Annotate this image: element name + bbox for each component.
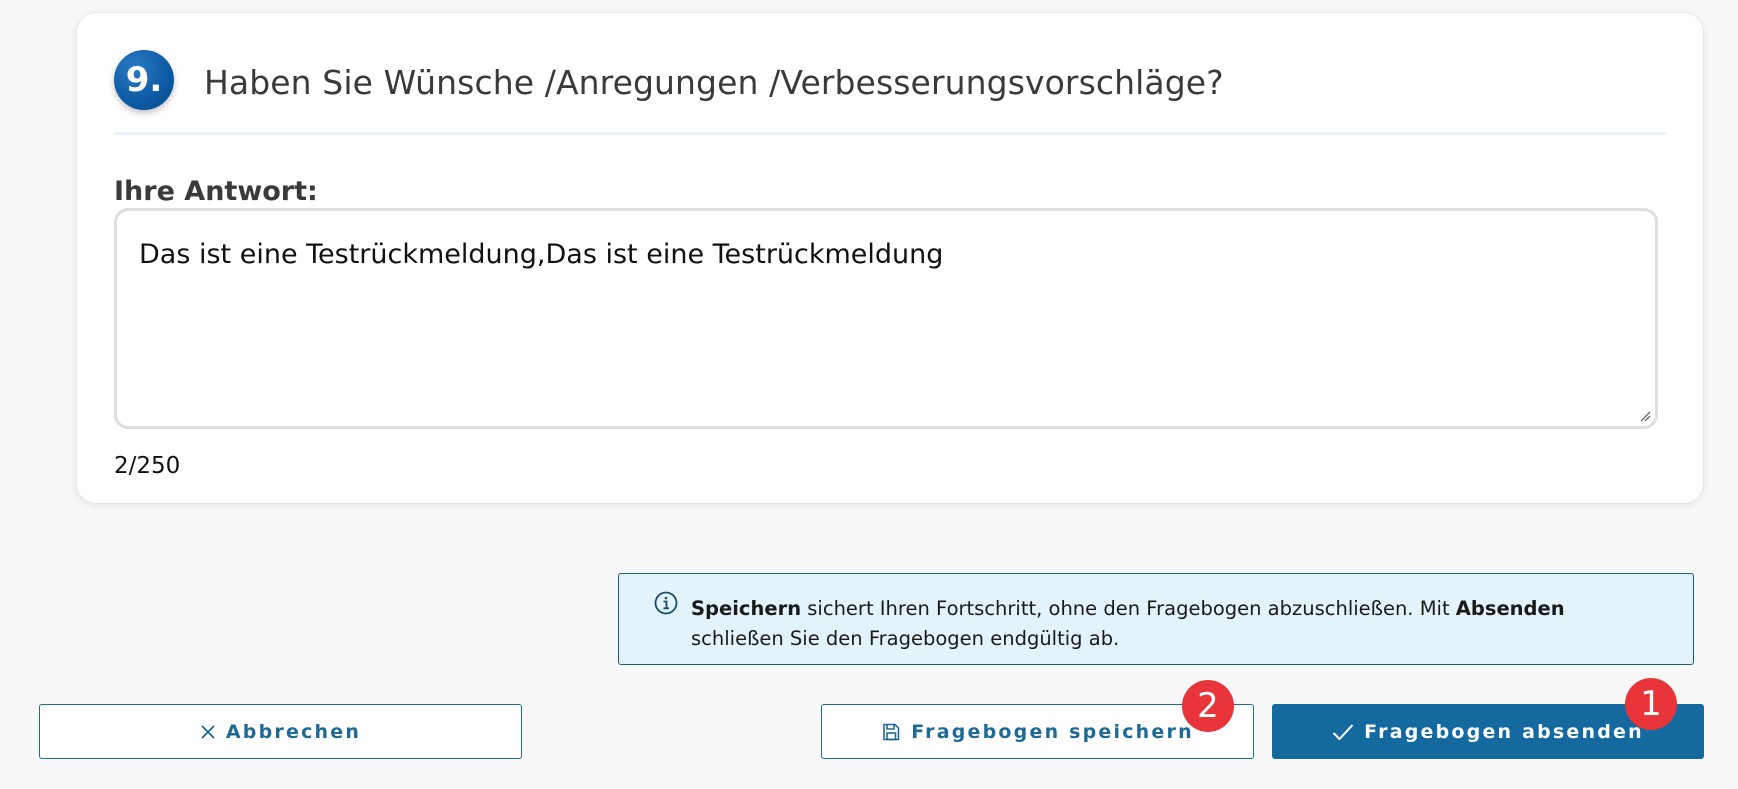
info-bold-submit: Absenden [1455,597,1565,620]
info-notice: Speichern sichert Ihren Fortschritt, ohn… [618,573,1694,665]
cancel-button-label: Abbrechen [225,720,362,743]
answer-textarea[interactable]: Das ist eine Testrückmeldung,Das ist ein… [114,208,1658,429]
checkmark-icon [1332,723,1354,740]
character-counter: 2/250 [114,453,181,479]
info-text-part-1: sichert Ihren Fortschritt, ohne den Frag… [801,597,1456,620]
question-number-badge: 9. [114,50,174,110]
question-title: Haben Sie Wünsche /Anregungen /Verbesser… [204,63,1224,102]
resize-handle-icon[interactable] [1639,410,1651,422]
info-bold-save: Speichern [691,597,802,620]
save-icon [883,723,900,740]
info-text: Speichern sichert Ihren Fortschritt, ohn… [691,594,1651,654]
answer-text: Das ist eine Testrückmeldung,Das ist ein… [139,239,944,270]
answer-label: Ihre Antwort: [114,176,318,207]
cancel-button[interactable]: Abbrechen [39,704,522,759]
info-text-part-2: schließen Sie den Fragebogen endgültig a… [691,627,1120,650]
close-icon [201,724,215,739]
annotation-badge-2: 2 [1182,680,1234,732]
divider [114,132,1667,135]
save-button-label: Fragebogen speichern [911,720,1194,743]
question-card: 9. Haben Sie Wünsche /Anregungen /Verbes… [76,12,1704,504]
submit-button-label: Fragebogen absenden [1364,720,1644,743]
info-icon [654,591,678,615]
annotation-badge-1: 1 [1625,678,1677,730]
